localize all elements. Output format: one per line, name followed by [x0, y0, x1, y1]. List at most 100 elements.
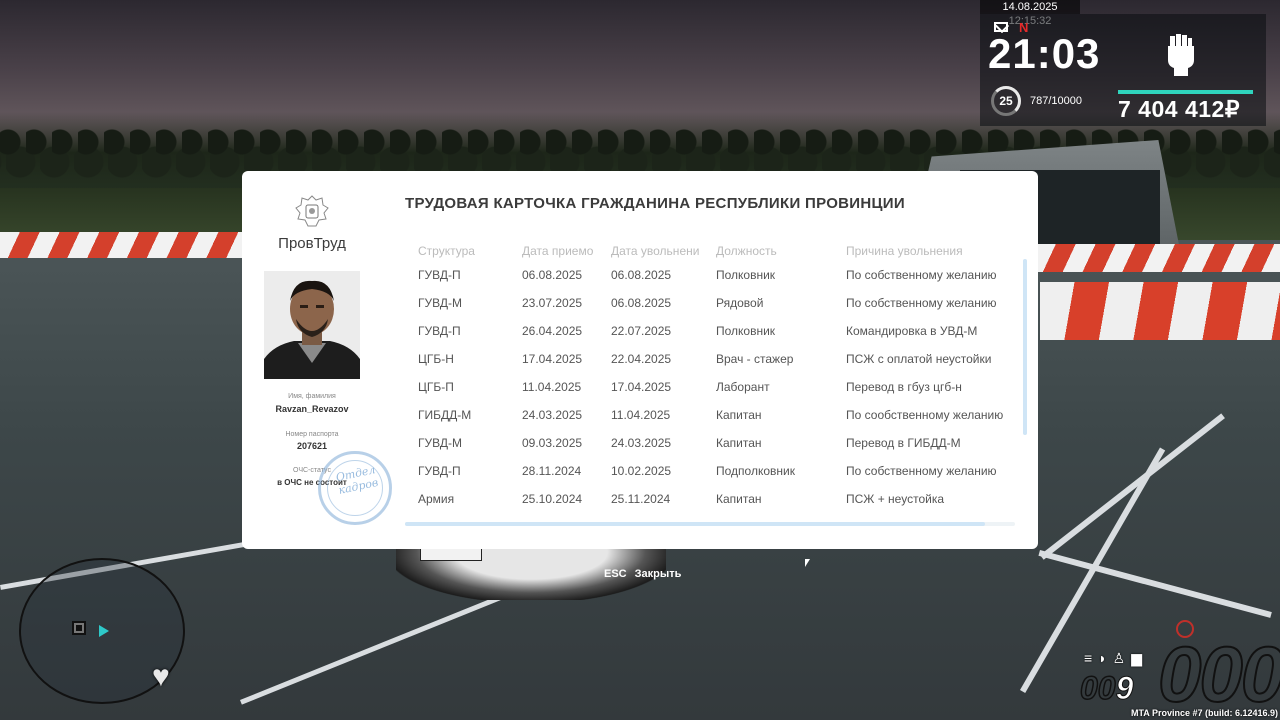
table-cell: По собственному желанию — [846, 296, 997, 310]
table-cell: ПСЖ с оплатой неустойки — [846, 352, 992, 366]
table-cell: Капитан — [716, 408, 762, 422]
esc-key: ESC — [604, 568, 627, 580]
table-cell: ГУВД-М — [418, 436, 462, 450]
name-value: Ravzan_Revazov — [275, 404, 349, 414]
table-row: ГИБДД-М 24.03.2025 11.04.2025 Капитан По соо… — [418, 401, 1026, 429]
table-cell: 26.04.2025 — [522, 324, 583, 338]
table-cell: 22.04.2025 — [611, 352, 672, 366]
column-header: Структура — [418, 244, 475, 258]
barrier-right — [1040, 282, 1280, 340]
table-row: ГУВД-П 28.11.2024 10.02.2025 Подполковник По… — [418, 457, 1026, 485]
experience-counter: 787/10000 — [1030, 95, 1082, 107]
table-cell: 17.04.2025 — [611, 380, 672, 394]
player-arrow-icon — [99, 625, 109, 637]
table-cell: По собственному желанию — [846, 268, 997, 282]
money-balance: 7 404 412₽ — [1118, 96, 1240, 122]
table-cell: 11.04.2025 — [611, 408, 671, 422]
hud-date: 14.08.2025 12:15:32 — [980, 0, 1080, 27]
headlights-icon: ≡◗ — [1084, 650, 1113, 666]
table-cell: 28.11.2024 — [522, 464, 582, 478]
table-cell: ГИБДД-М — [418, 408, 472, 422]
table-cell: ЦГБ-Н — [418, 352, 454, 366]
mouse-cursor — [805, 559, 810, 567]
level-badge: 25 — [991, 86, 1021, 116]
citizen-profile: ПровТруд Имя, фамилия Ravzan_Revazov Ном… — [242, 171, 392, 549]
table-cell: ГУВД-П — [418, 324, 461, 338]
fuel-dim-digits: 00 — [1079, 669, 1116, 707]
horizontal-scrollbar[interactable] — [405, 522, 985, 526]
map-marker-icon — [72, 621, 86, 635]
fist-icon — [1168, 34, 1194, 76]
table-cell: Перевод в гбуз цгб-н — [846, 380, 962, 394]
table-header-row: Структура Дата приемо Дата увольнени Дол… — [418, 241, 1026, 261]
table-cell: 17.04.2025 — [522, 352, 583, 366]
vertical-scrollbar[interactable] — [1023, 259, 1027, 435]
work-card-modal: ПровТруд Имя, фамилия Ravzan_Revazov Ном… — [242, 171, 1038, 549]
table-cell: 11.04.2025 — [522, 380, 582, 394]
passport-label: Номер паспорта — [285, 431, 339, 438]
table-cell: По собственному желанию — [846, 464, 997, 478]
table-row: Армия 25.10.2024 25.11.2024 Капитан ПСЖ + не… — [418, 485, 1026, 513]
table-cell: Врач - стажер — [716, 352, 794, 366]
table-cell: 09.03.2025 — [522, 436, 583, 450]
table-cell: 24.03.2025 — [611, 436, 672, 450]
table-cell: Полковник — [716, 268, 776, 282]
card-title: ТРУДОВАЯ КАРТОЧКА ГРАЖДАНИНА РЕСПУБЛИКИ … — [405, 195, 905, 212]
table-cell: ЦГБ-П — [418, 380, 454, 394]
table-cell: Лаборант — [716, 380, 770, 394]
portrait-image — [264, 271, 360, 379]
health-bar — [1118, 90, 1253, 94]
name-label: Имя, фамилия — [288, 393, 336, 400]
table-row: ЦГБ-Н 17.04.2025 22.04.2025 Врач - стажер ПС… — [418, 345, 1026, 373]
table-row: ГУВД-П 26.04.2025 22.07.2025 Полковник Коман… — [418, 317, 1026, 345]
table-row: ГУВД-М 09.03.2025 24.03.2025 Капитан Перевод… — [418, 429, 1026, 457]
table-cell: Капитан — [716, 436, 762, 450]
close-label: Закрыть — [634, 568, 682, 580]
table-row: ГУВД-П 06.08.2025 06.08.2025 Полковник По со… — [418, 261, 1026, 289]
seatbelt-icon: ♙ — [1112, 650, 1132, 666]
table-cell: Рядовой — [716, 296, 764, 310]
column-header: Должность — [716, 244, 777, 258]
table-cell: Капитан — [716, 492, 762, 506]
table-cell: 25.10.2024 — [522, 492, 583, 506]
table-cell: Армия — [418, 492, 455, 506]
org-name: ПровТруд — [278, 235, 346, 252]
speedometer: 000 — [1157, 630, 1280, 718]
table-cell: По сообственному желанию — [846, 408, 1004, 422]
build-info: MTA Province #7 (build: 6.12416.9) — [1130, 708, 1278, 718]
table-cell: ПСЖ + неустойка — [846, 492, 945, 506]
table-cell: ГУВД-М — [418, 296, 462, 310]
table-cell: 25.11.2024 — [611, 492, 671, 506]
table-cell: Полковник — [716, 324, 776, 338]
column-header: Дата приемо — [522, 244, 594, 258]
table-cell: ГУВД-П — [418, 268, 461, 282]
barrier-left — [0, 232, 250, 258]
table-row: ГУВД-М 23.07.2025 06.08.2025 Рядовой По собс… — [418, 289, 1026, 317]
citizen-portrait — [264, 271, 360, 379]
engine-icon: ▆ — [1131, 650, 1148, 666]
table-cell: 10.02.2025 — [611, 464, 672, 478]
table-cell: 23.07.2025 — [522, 296, 583, 310]
game-clock: 21:03 — [988, 30, 1101, 77]
passport-value: 207621 — [296, 441, 328, 451]
employment-table: Структура Дата приемо Дата увольнени Дол… — [418, 241, 1026, 513]
column-header: Дата увольнени — [611, 244, 700, 258]
table-cell: 24.03.2025 — [522, 408, 583, 422]
heart-icon: ♥ — [152, 660, 170, 693]
table-cell: 22.07.2025 — [611, 324, 672, 338]
fuel-value: 9 — [1115, 670, 1134, 707]
table-cell: Командировка в УВД-М — [846, 324, 978, 338]
barrier-right-top — [1036, 244, 1280, 272]
close-hint[interactable]: ESC Закрыть — [604, 568, 681, 580]
table-cell: ГУВД-П — [418, 464, 461, 478]
table-cell: 06.08.2025 — [522, 268, 583, 282]
column-header: Причина увольнения — [846, 244, 963, 258]
table-cell: Перевод в ГИБДД-М — [846, 436, 961, 450]
table-cell: Подполковник — [716, 464, 795, 478]
vehicle-indicators: ≡◗♙▆ — [1084, 650, 1148, 667]
fuel-gauge: 009 — [1079, 669, 1134, 707]
table-cell: 06.08.2025 — [611, 296, 672, 310]
coat-of-arms-icon — [295, 195, 329, 227]
table-cell: 06.08.2025 — [611, 268, 672, 282]
table-row: ЦГБ-П 11.04.2025 17.04.2025 Лаборант Перевод… — [418, 373, 1026, 401]
